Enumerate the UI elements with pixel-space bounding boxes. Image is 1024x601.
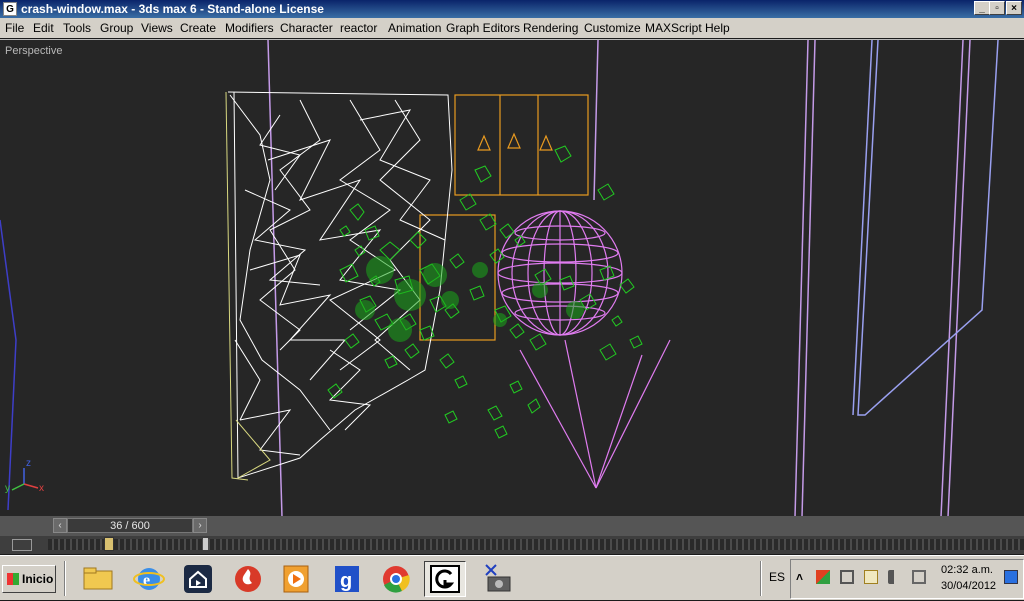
maximize-button[interactable]: ▫: [989, 1, 1005, 15]
menu-tools[interactable]: Tools: [63, 21, 91, 35]
menu-graph-editors[interactable]: Graph Editors: [446, 21, 520, 35]
frame-counter[interactable]: 36 / 600: [67, 518, 193, 533]
taskbar: Inicio e g ES ˄ 02:32 a.m. 30/04/2012: [0, 555, 1024, 600]
menu-character[interactable]: Character: [280, 21, 333, 35]
safely-remove-icon[interactable]: [840, 570, 854, 584]
3ds-max-icon[interactable]: [424, 561, 466, 597]
windows-flag-icon: [7, 573, 19, 585]
explorer-folder-icon[interactable]: [78, 561, 120, 597]
menu-views[interactable]: Views: [141, 21, 173, 35]
menu-modifiers[interactable]: Modifiers: [225, 21, 274, 35]
media-player-icon[interactable]: [276, 561, 318, 597]
clock-time[interactable]: 02:32 a.m.: [941, 564, 993, 576]
axis-x-label: x: [39, 483, 44, 494]
keyframe-marker[interactable]: [203, 538, 208, 550]
clock-date[interactable]: 30/04/2012: [941, 580, 996, 592]
perspective-viewport[interactable]: z x y Perspective: [0, 39, 1024, 517]
language-indicator[interactable]: ES: [769, 570, 785, 584]
title-bar: G crash-window.max - 3ds max 6 - Stand-a…: [0, 0, 1024, 18]
close-button[interactable]: ×: [1006, 1, 1022, 15]
svg-text:g: g: [340, 570, 352, 592]
menu-animation[interactable]: Animation: [388, 21, 441, 35]
axis-z-label: z: [26, 458, 31, 469]
scene-wireframe: z x y: [0, 40, 999, 517]
viewport-label[interactable]: Perspective: [5, 45, 62, 57]
taskbar-separator: [64, 561, 66, 596]
track-lane[interactable]: [48, 539, 1024, 550]
next-frame-button[interactable]: ›: [193, 518, 207, 533]
axis-y-label: y: [5, 483, 10, 494]
track-bar: [0, 536, 1024, 554]
previous-frame-button[interactable]: ‹: [53, 518, 67, 533]
menu-maxscript[interactable]: MAXScript: [645, 21, 702, 35]
menu-edit[interactable]: Edit: [33, 21, 54, 35]
action-center-icon[interactable]: [864, 570, 878, 584]
scene-walls: [0, 40, 999, 517]
pyramid-gizmo: [519, 339, 671, 489]
tray-separator: [760, 561, 762, 596]
sphere-wireframe: [497, 210, 623, 336]
battery-icon[interactable]: [912, 570, 926, 584]
fire-app-icon[interactable]: [228, 561, 270, 597]
time-slider: ‹ 36 / 600 ›: [0, 516, 1024, 536]
menu-bar: File Edit Tools Group Views Create Modif…: [0, 18, 1024, 38]
menu-file[interactable]: File: [5, 21, 24, 35]
3ds-max-app-icon[interactable]: G: [3, 2, 17, 16]
media-center-icon[interactable]: [178, 561, 220, 597]
minimize-button[interactable]: _: [974, 1, 990, 15]
network-icon[interactable]: [816, 570, 830, 584]
internet-explorer-icon[interactable]: e: [129, 561, 171, 597]
window-title: crash-window.max - 3ds max 6 - Stand-alo…: [21, 2, 324, 16]
menu-customize[interactable]: Customize: [584, 21, 641, 35]
current-frame-key[interactable]: [104, 537, 114, 551]
expand-tray-icon[interactable]: ˄: [796, 570, 810, 584]
menu-rendering[interactable]: Rendering: [523, 21, 578, 35]
menu-help[interactable]: Help: [705, 21, 730, 35]
google-g-icon[interactable]: g: [327, 561, 369, 597]
start-button[interactable]: Inicio: [2, 565, 56, 593]
render-tool-icon[interactable]: [478, 561, 520, 597]
menu-reactor[interactable]: reactor: [340, 21, 377, 35]
screen-icon[interactable]: [1004, 570, 1018, 584]
start-label: Inicio: [22, 572, 54, 586]
chrome-icon[interactable]: [376, 561, 418, 597]
mini-curve-editor-icon[interactable]: [12, 539, 32, 551]
svg-text:e: e: [143, 572, 150, 589]
volume-icon[interactable]: [888, 570, 902, 584]
menu-create[interactable]: Create: [180, 21, 216, 35]
menu-group[interactable]: Group: [100, 21, 133, 35]
